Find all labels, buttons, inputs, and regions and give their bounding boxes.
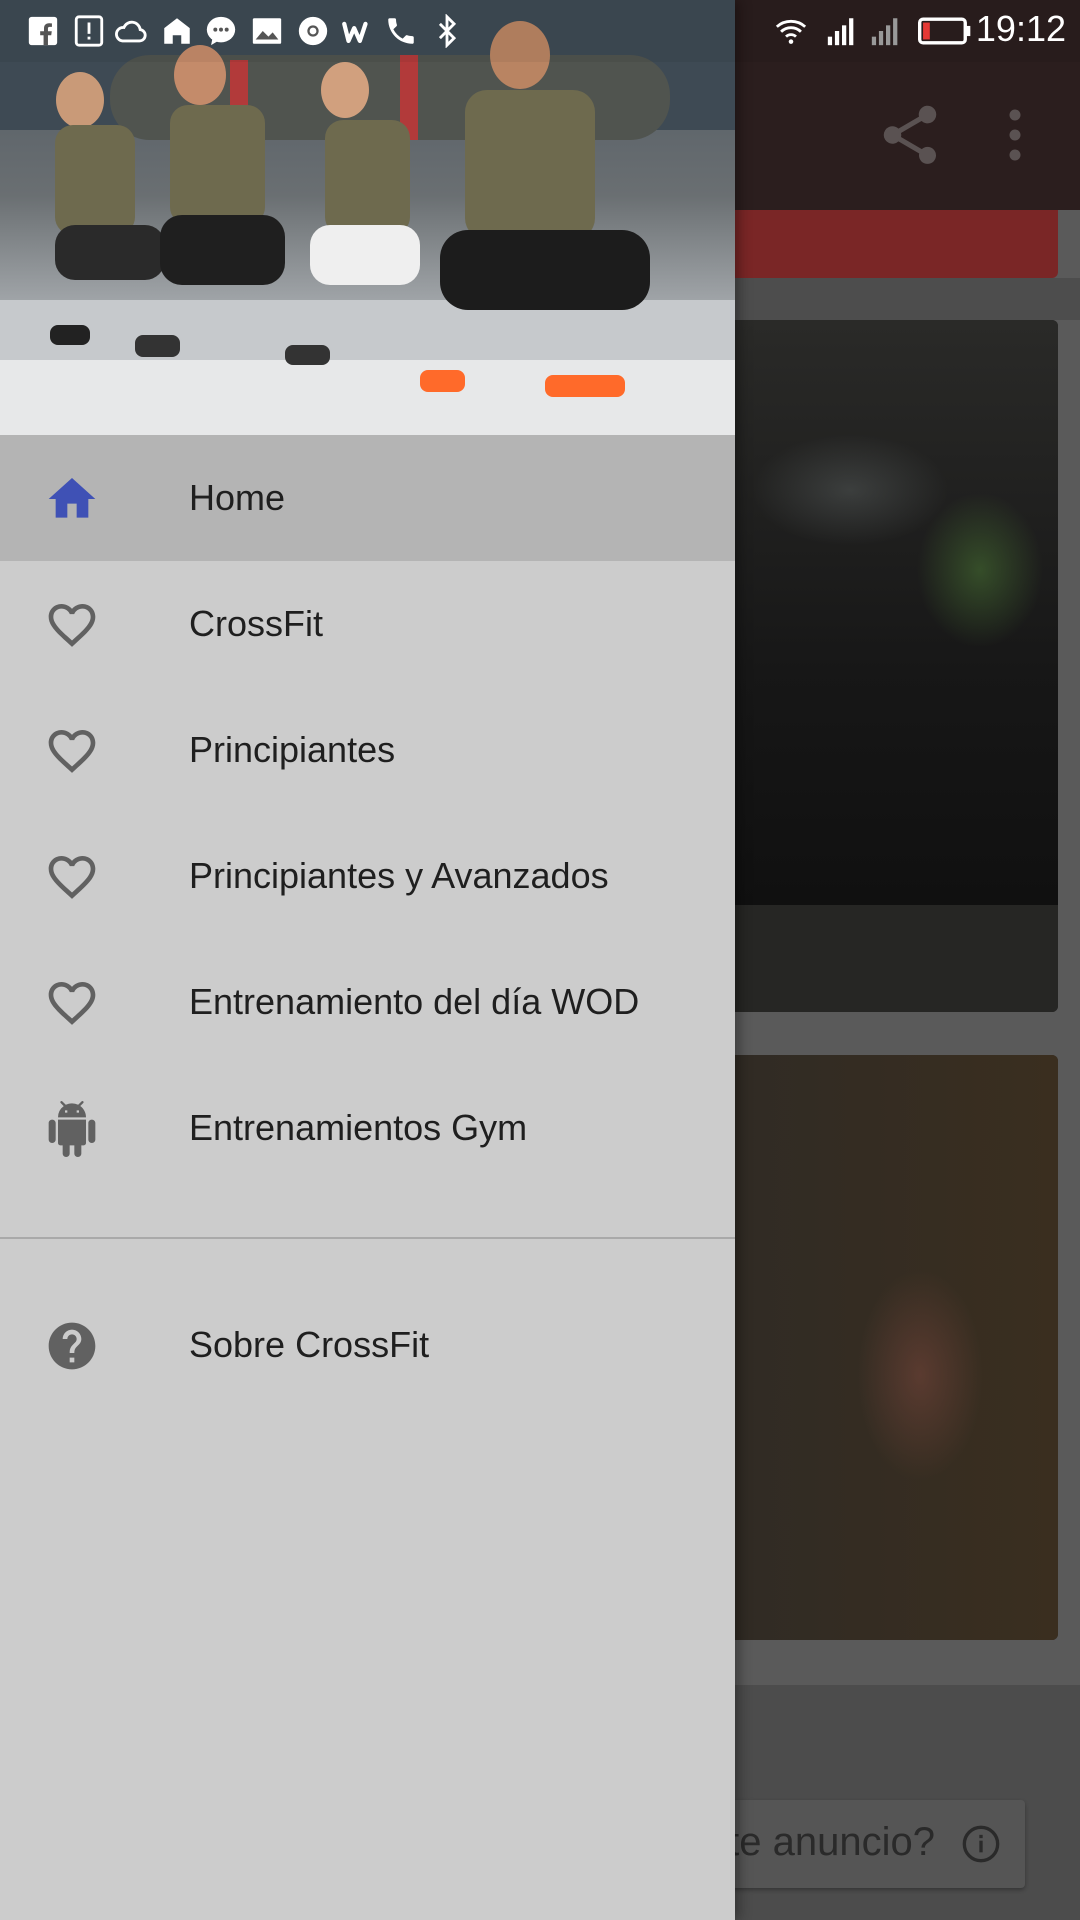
menu-divider [0, 1237, 735, 1239]
menu-item-label: Entrenamiento del día WOD [189, 981, 640, 1022]
menu-item-label: Home [189, 477, 286, 518]
messenger-icon [206, 16, 236, 46]
help-circle-icon [48, 1322, 96, 1370]
home-network-icon [164, 18, 190, 44]
drawer-header-image [0, 0, 735, 435]
signal-icon [827, 18, 854, 46]
info-icon [962, 1825, 1000, 1863]
menu-item-crossfit[interactable]: CrossFit [0, 561, 735, 687]
menu-item-wod[interactable]: Entrenamiento del día WOD [0, 939, 735, 1065]
phone-icon [388, 18, 414, 44]
more-vert-icon[interactable] [985, 100, 1045, 170]
gallery-icon [252, 18, 282, 44]
heart-outline-icon [48, 730, 96, 773]
heart-outline-icon [48, 982, 96, 1025]
bluetooth-icon [438, 14, 457, 48]
crossfit-athletes-photo [0, 0, 735, 435]
android-icon [48, 1101, 96, 1157]
facebook-icon [28, 16, 58, 46]
status-bar: 19:12 [0, 0, 1080, 62]
navigation-drawer: Home CrossFit Principiantes Principiante… [0, 0, 735, 1920]
menu-item-label: Sobre CrossFit [189, 1324, 430, 1365]
status-time: 19:12 [975, 8, 1066, 49]
cloud-icon [115, 20, 147, 43]
home-icon [48, 478, 96, 518]
share-icon[interactable] [875, 100, 945, 170]
menu-item-home[interactable]: Home [0, 435, 735, 561]
menu-item-label: Principiantes y Avanzados [189, 855, 609, 896]
heart-outline-icon [48, 856, 96, 899]
heart-outline-icon [48, 604, 96, 647]
drawer-menu: Home CrossFit Principiantes Principiante… [0, 435, 735, 1408]
battery-low-icon [918, 17, 971, 45]
menu-item-label: Entrenamientos Gym [189, 1107, 528, 1148]
alert-icon [74, 15, 104, 47]
menu-item-label: Principiantes [189, 729, 396, 770]
ad-why-label: te anuncio? [728, 1820, 935, 1864]
menu-item-gym[interactable]: Entrenamientos Gym [0, 1065, 735, 1191]
menu-item-principiantes-avanzados[interactable]: Principiantes y Avanzados [0, 813, 735, 939]
menu-item-principiantes[interactable]: Principiantes [0, 687, 735, 813]
signal-empty-icon [871, 18, 898, 46]
menu-item-sobre-crossfit[interactable]: Sobre CrossFit [0, 1282, 735, 1408]
wattpad-icon [342, 21, 368, 44]
chrome-icon [298, 16, 328, 46]
menu-item-label: CrossFit [189, 603, 323, 644]
wifi-icon [775, 19, 807, 44]
